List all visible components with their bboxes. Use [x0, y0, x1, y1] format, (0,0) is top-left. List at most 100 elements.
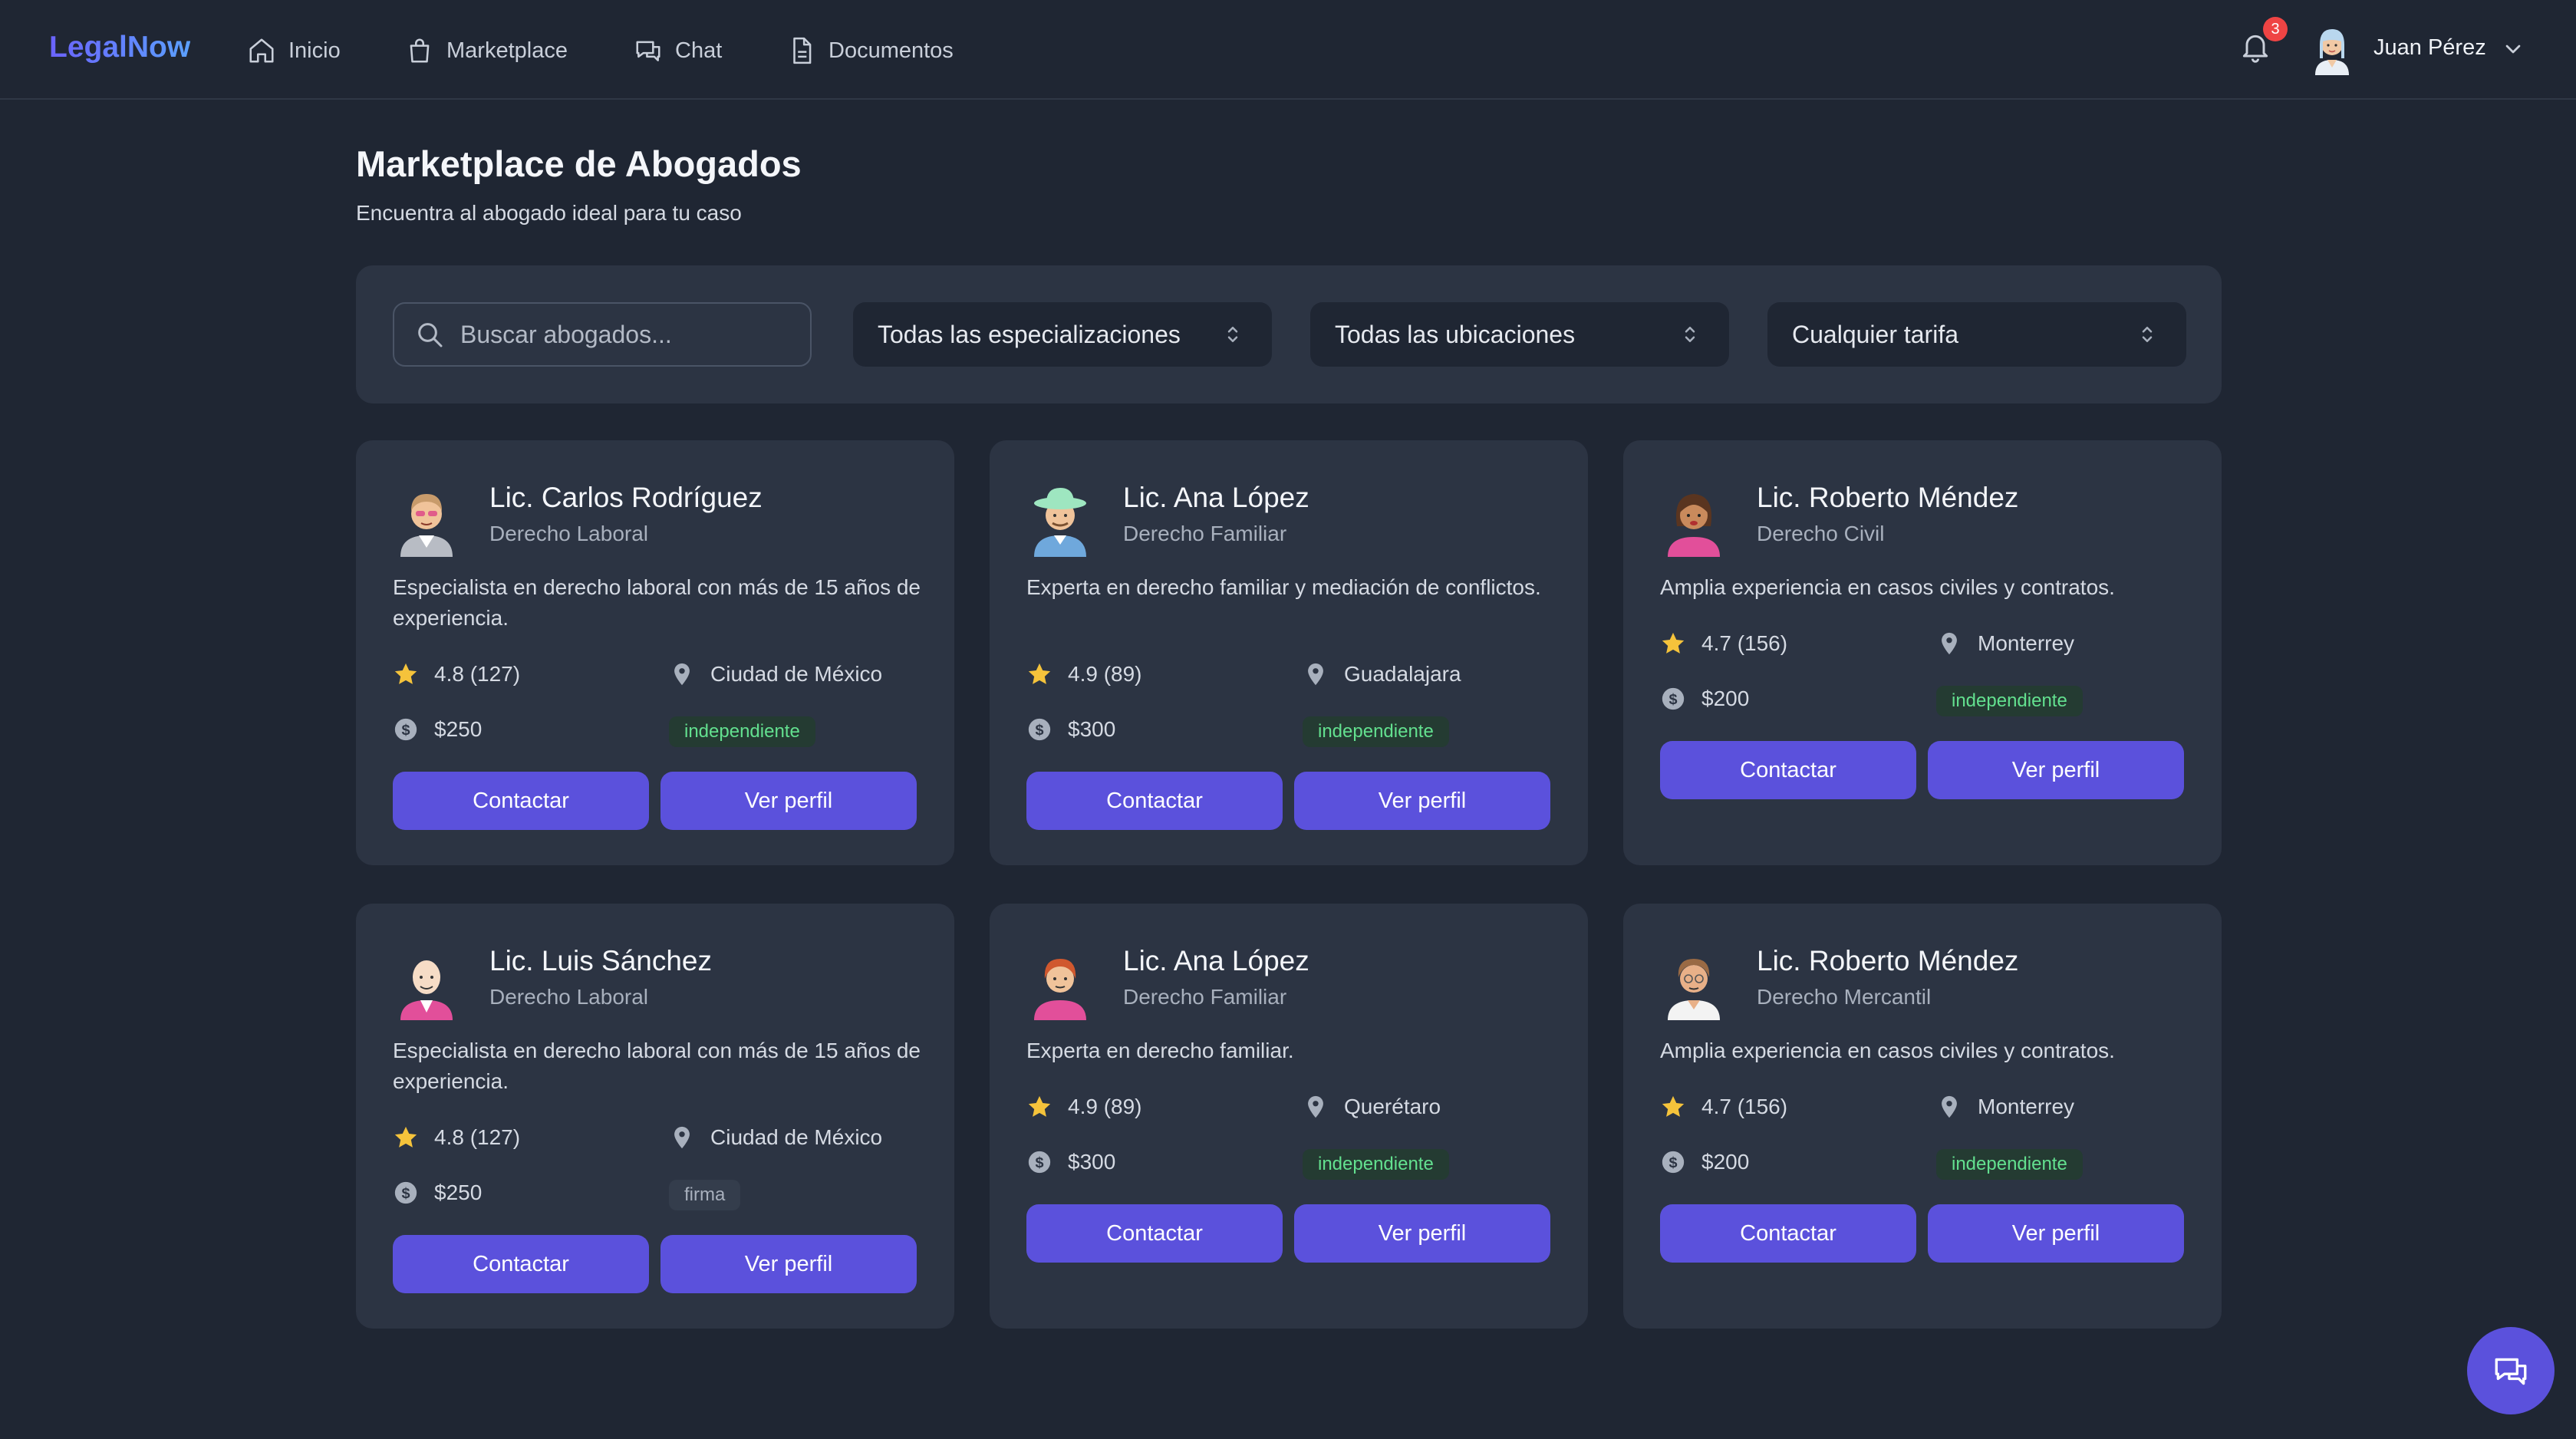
rating-value: 4.9 (89): [1068, 1095, 1142, 1118]
svg-text:$: $: [401, 1185, 410, 1202]
nav-marketplace[interactable]: Marketplace: [405, 34, 568, 68]
location-select-value: Todas las ubicaciones: [1335, 320, 1576, 348]
top-navbar: LegalNow Inicio Marketplace Chat Documen…: [0, 0, 2576, 100]
location-value: Querétaro: [1344, 1095, 1441, 1118]
contact-button[interactable]: Contactar: [1026, 772, 1283, 830]
location-select[interactable]: Todas las ubicaciones: [1310, 302, 1729, 367]
rating-value: 4.8 (127): [434, 662, 521, 686]
location: Monterrey: [1936, 631, 2074, 657]
lawyer-type-tag: independiente: [1936, 1149, 2083, 1180]
nav-documentos-label: Documentos: [828, 38, 954, 63]
document-icon: [793, 37, 812, 64]
view-profile-button[interactable]: Ver perfil: [660, 772, 917, 830]
lawyer-description: Experta en derecho familiar y mediación …: [1026, 575, 1541, 599]
rating: 4.8 (127): [393, 661, 520, 687]
lawyer-specialty: Derecho Familiar: [1123, 522, 1287, 545]
rating-value: 4.9 (89): [1068, 662, 1142, 686]
view-profile-button[interactable]: Ver perfil: [1928, 741, 2184, 799]
specialization-select-value: Todas las especializaciones: [878, 320, 1181, 348]
lawyer-name[interactable]: Lic. Ana López: [1123, 482, 1309, 514]
chevron-updown-icon: [2142, 327, 2153, 342]
view-profile-button[interactable]: Ver perfil: [1294, 1204, 1550, 1263]
rate: $ $250: [393, 716, 482, 743]
lawyer-avatar: [400, 494, 453, 557]
lawyer-type-tag: independiente: [669, 716, 815, 747]
lawyer-card: Lic. Luis Sánchez Derecho Laboral Especi…: [356, 904, 954, 1329]
rate-select-value: Cualquier tarifa: [1792, 320, 1958, 348]
rating: 4.9 (89): [1026, 1094, 1142, 1120]
lawyer-card: Lic. Ana López Derecho Familiar Experta …: [990, 904, 1588, 1329]
lawyer-specialty: Derecho Laboral: [489, 985, 649, 1009]
rating: 4.9 (89): [1026, 661, 1142, 687]
rating: 4.7 (156): [1660, 1094, 1787, 1120]
lawyer-name[interactable]: Lic. Carlos Rodríguez: [489, 482, 763, 514]
dollar-icon: $: [1662, 687, 1685, 710]
star-icon: [1662, 632, 1685, 654]
contact-button[interactable]: Contactar: [1660, 741, 1916, 799]
lawyer-name[interactable]: Lic. Ana López: [1123, 945, 1309, 977]
view-profile-button[interactable]: Ver perfil: [1294, 772, 1550, 830]
specialization-select[interactable]: Todas las especializaciones: [853, 302, 1272, 367]
rating-value: 4.8 (127): [434, 1125, 521, 1149]
search-box: [393, 302, 812, 367]
lawyer-type-tag: firma: [669, 1180, 741, 1210]
location: Monterrey: [1936, 1094, 2074, 1120]
nav-marketplace-label: Marketplace: [446, 38, 568, 63]
search-input[interactable]: [460, 320, 798, 349]
chat-icon: [2495, 1358, 2527, 1385]
contact-button[interactable]: Contactar: [1660, 1204, 1916, 1263]
nav-inicio-label: Inicio: [288, 38, 341, 63]
star-icon: [394, 1126, 417, 1148]
lawyer-specialty: Derecho Laboral: [489, 522, 649, 545]
user-avatar[interactable]: [2311, 25, 2354, 75]
lawyer-specialty: Derecho Mercantil: [1757, 985, 1932, 1009]
map-pin-icon: [1942, 1095, 1957, 1118]
chevron-down-icon[interactable]: [2501, 37, 2525, 61]
contact-button[interactable]: Contactar: [393, 1235, 649, 1293]
view-profile-button[interactable]: Ver perfil: [1928, 1204, 2184, 1263]
map-pin-icon: [1308, 1095, 1323, 1118]
contact-button[interactable]: Contactar: [1026, 1204, 1283, 1263]
rate-value: $250: [434, 1181, 483, 1204]
lawyer-avatar: [1034, 488, 1086, 557]
lawyer-avatar: [1034, 959, 1086, 1020]
brand-logo[interactable]: LegalNow: [49, 31, 190, 64]
rate: $ $200: [1660, 1149, 1749, 1175]
lawyer-specialty: Derecho Civil: [1757, 522, 1885, 545]
svg-text:$: $: [401, 722, 410, 739]
rate-value: $250: [434, 717, 483, 741]
dollar-icon: $: [1662, 1151, 1685, 1174]
view-profile-button[interactable]: Ver perfil: [660, 1235, 917, 1293]
filter-bar: Todas las especializaciones Todas las ub…: [356, 265, 2222, 403]
chevron-updown-icon: [1685, 327, 1695, 342]
rate: $ $300: [1026, 1149, 1115, 1175]
lawyer-type-tag: independiente: [1303, 1149, 1449, 1180]
lawyer-name[interactable]: Lic. Roberto Méndez: [1757, 482, 2018, 514]
nav-inicio[interactable]: Inicio: [247, 34, 341, 68]
search-icon: [418, 323, 443, 347]
map-pin-icon: [1942, 632, 1957, 655]
rating-value: 4.7 (156): [1701, 631, 1788, 655]
rate-value: $200: [1701, 1150, 1750, 1174]
dollar-icon: $: [1028, 1151, 1051, 1174]
page-title: Marketplace de Abogados: [356, 143, 802, 184]
dollar-icon: $: [394, 718, 417, 741]
lawyer-name[interactable]: Lic. Roberto Méndez: [1757, 945, 2018, 977]
lawyer-description: Especialista en derecho laboral con más …: [393, 1039, 921, 1093]
lawyer-type-tag: independiente: [1303, 716, 1449, 747]
nav-documentos[interactable]: Documentos: [787, 34, 954, 68]
page-subtitle: Encuentra al abogado ideal para tu caso: [356, 201, 742, 225]
lawyer-name[interactable]: Lic. Luis Sánchez: [489, 945, 712, 977]
chat-icon: [636, 41, 660, 61]
floating-chat-button[interactable]: [2467, 1327, 2555, 1414]
location-value: Monterrey: [1978, 1095, 2075, 1118]
dollar-icon: $: [1028, 718, 1051, 741]
contact-button[interactable]: Contactar: [393, 772, 649, 830]
lawyer-type-tag: independiente: [1936, 686, 2083, 716]
lawyer-card: Lic. Ana López Derecho Familiar Experta …: [990, 440, 1588, 865]
rate-select[interactable]: Cualquier tarifa: [1767, 302, 2186, 367]
user-name[interactable]: Juan Pérez: [2373, 35, 2486, 61]
nav-chat[interactable]: Chat: [634, 34, 722, 68]
svg-text:$: $: [1668, 691, 1677, 708]
lawyer-avatar: [1668, 494, 1720, 557]
